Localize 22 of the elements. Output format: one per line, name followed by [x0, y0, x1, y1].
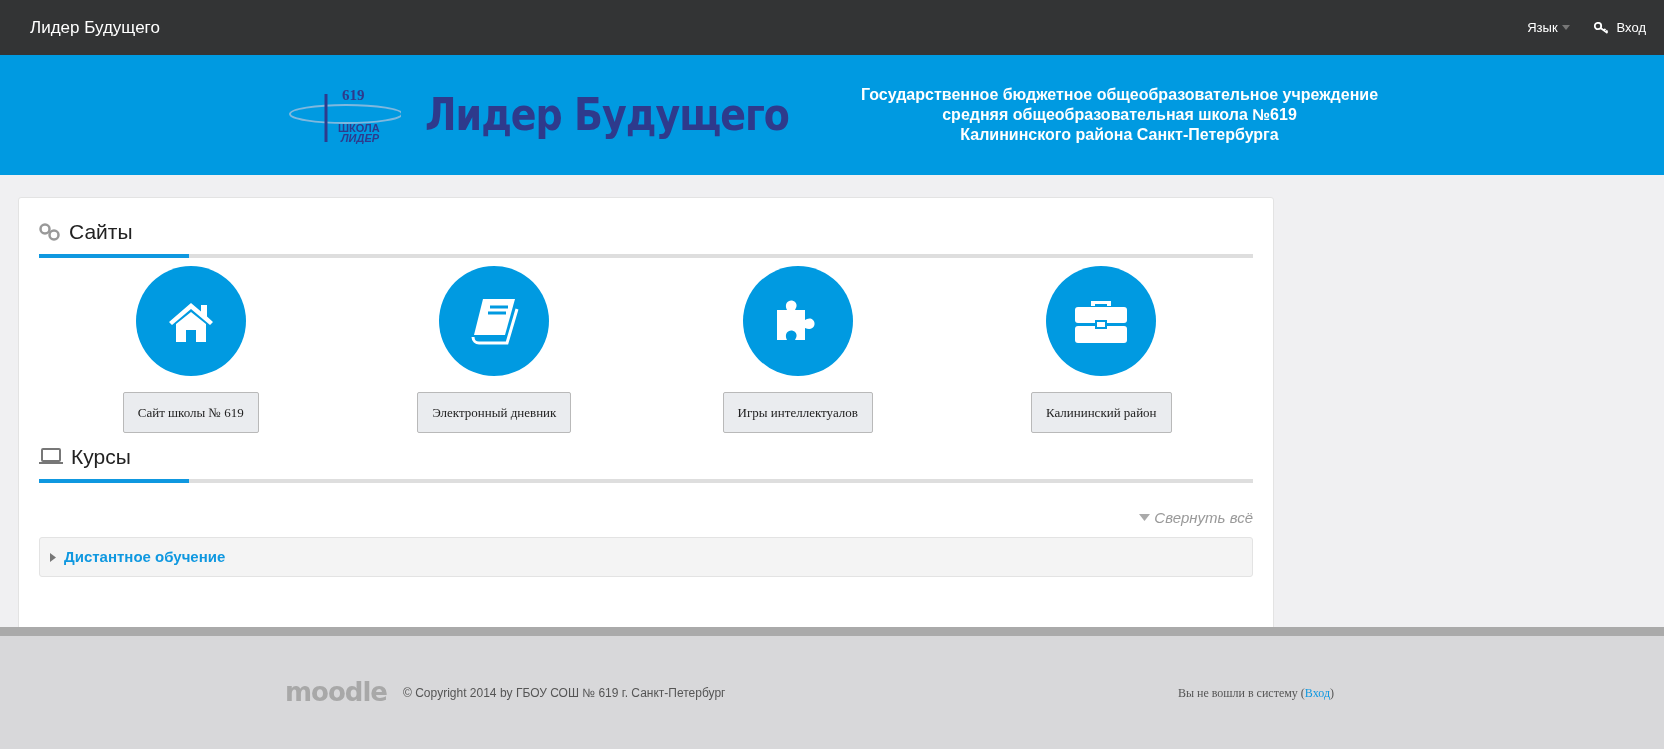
site-link-button[interactable]: Сайт школы № 619	[122, 391, 259, 433]
site-link-button[interactable]: Калининский район	[1030, 391, 1172, 433]
login-status-text: Вы не вошли в систему (Вход)	[1177, 684, 1334, 702]
school-logo-drawing: 619 ШКОЛА ЛИДЕР	[285, 84, 401, 146]
site-link-button[interactable]: Электронный дневник	[417, 391, 572, 433]
logo-title: Лидер Будущего	[424, 88, 789, 142]
institution-name-line: Государственное бюджетное общеобразовательное учреждение	[860, 85, 1379, 105]
institution-name-line: средняя общеобразовательная школа №619	[941, 105, 1298, 125]
laptop-icon	[39, 448, 63, 466]
copyright-text: © Copyright 2014 by ГБОУ СОШ № 619 г. Санкт-Петербург	[403, 684, 726, 702]
site-brand-link[interactable]: Лидер Будущего	[30, 14, 160, 41]
institution-name-line: Калининского района Санкт-Петербурга	[959, 125, 1280, 145]
section-title: Сайты	[69, 219, 133, 245]
key-icon	[1593, 21, 1609, 34]
language-dropdown[interactable]: Язык	[1527, 17, 1570, 38]
book-icon	[469, 296, 520, 345]
link-chain-icon	[39, 222, 61, 241]
caret-icon	[1561, 25, 1570, 30]
login-link[interactable]: Вход	[1593, 17, 1646, 38]
caret-down-icon	[1139, 514, 1151, 522]
section-title: Курсы	[71, 444, 131, 470]
site-link-button[interactable]: Игры интеллектуалов	[722, 391, 873, 433]
